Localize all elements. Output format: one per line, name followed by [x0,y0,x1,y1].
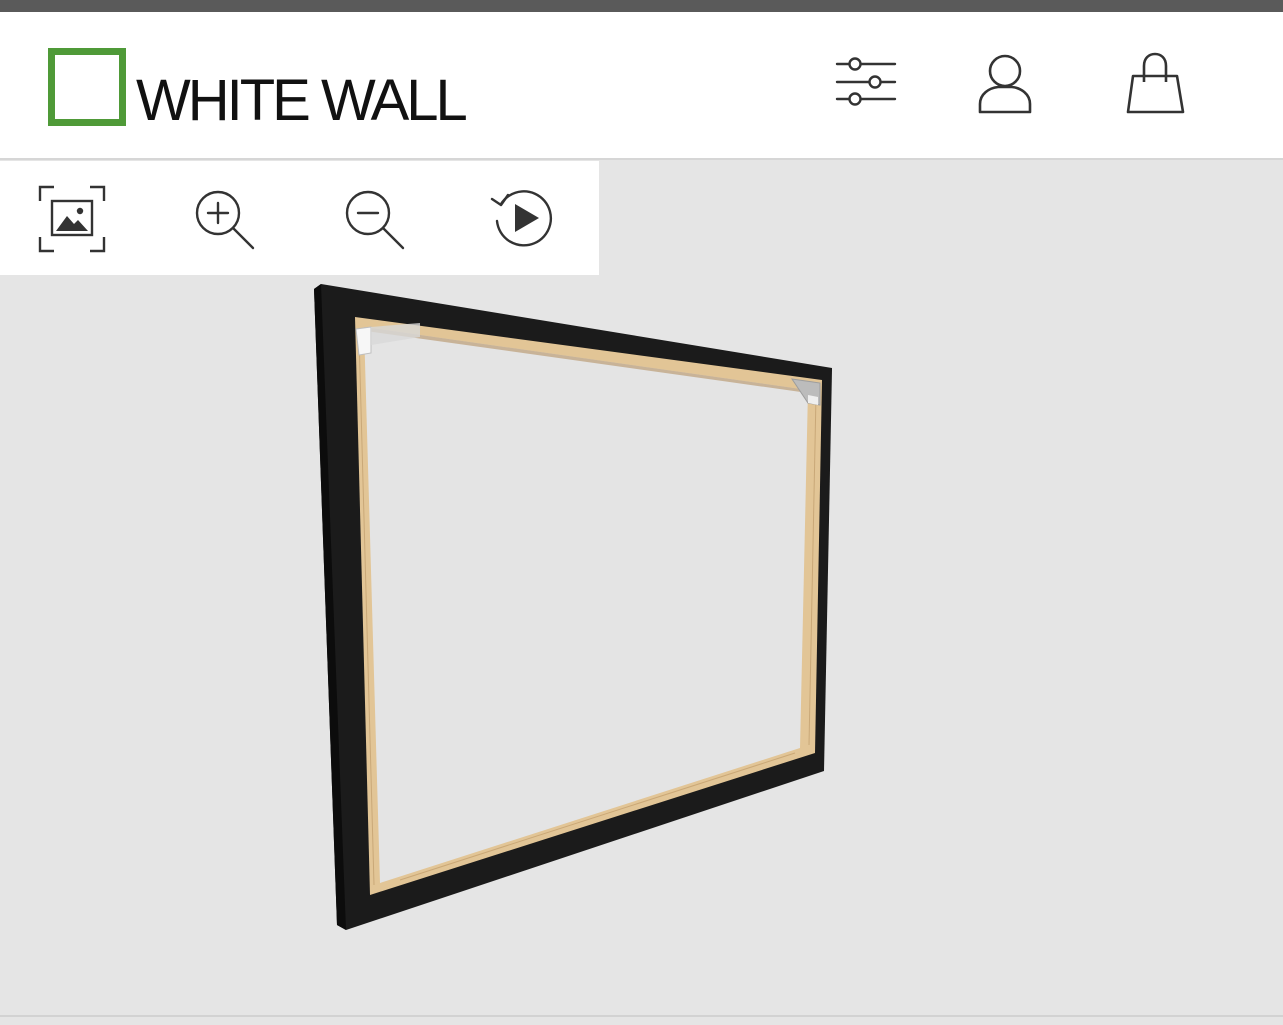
viewer-toolbar [0,161,599,275]
zoom-in-icon[interactable] [187,183,259,255]
3d-product-viewer[interactable] [0,275,1283,1015]
logo-square-mark [48,48,126,126]
shopping-bag-icon[interactable] [1124,52,1188,116]
frame-inner-opening [364,327,808,883]
mounting-bracket-left [355,326,372,356]
user-account-icon[interactable] [974,52,1038,116]
frame-3d-render [314,284,832,930]
bottom-divider [0,1015,1283,1017]
site-header: WHITE WALL [0,12,1283,160]
filter-sliders-icon[interactable] [834,52,898,116]
zoom-out-icon[interactable] [337,183,409,255]
top-status-strip [0,0,1283,12]
fit-image-icon[interactable] [36,183,108,255]
whitewall-logo[interactable]: WHITE WALL [48,46,468,130]
logo-wordmark: WHITE WALL [136,68,468,133]
rotate-play-icon[interactable] [488,183,560,255]
